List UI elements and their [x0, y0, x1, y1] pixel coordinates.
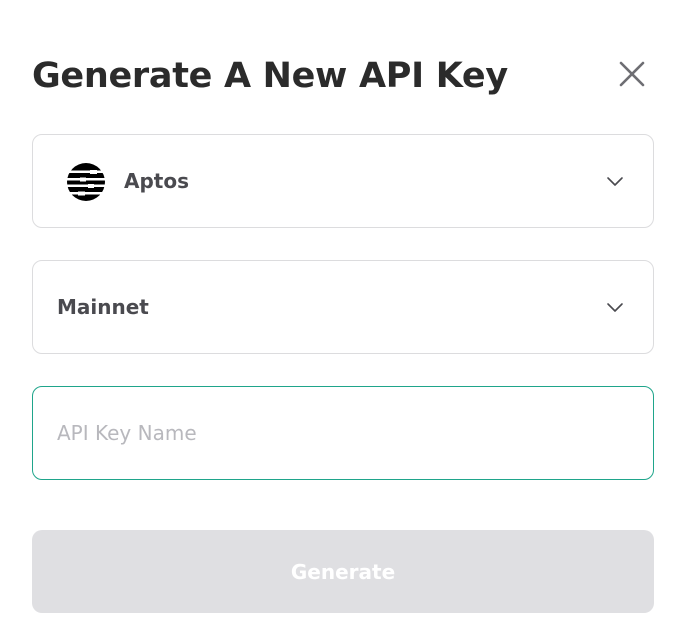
chevron-down-icon: [607, 177, 623, 186]
generate-button[interactable]: Generate: [32, 530, 654, 613]
generate-api-key-dialog: Generate A New API Key Aptos Mainnet API…: [0, 0, 689, 640]
selected-network-label: Mainnet: [57, 295, 149, 319]
selected-chain-label: Aptos: [124, 169, 189, 193]
network-select[interactable]: Mainnet: [32, 260, 654, 354]
chain-select[interactable]: Aptos: [32, 134, 654, 228]
dialog-title: Generate A New API Key: [32, 56, 508, 96]
api-key-name-input[interactable]: [33, 387, 653, 479]
chevron-down-icon: [607, 303, 623, 312]
close-icon: [619, 61, 645, 87]
close-button[interactable]: [614, 56, 650, 92]
aptos-logo-icon: [67, 163, 105, 201]
api-key-name-field: [32, 386, 654, 480]
